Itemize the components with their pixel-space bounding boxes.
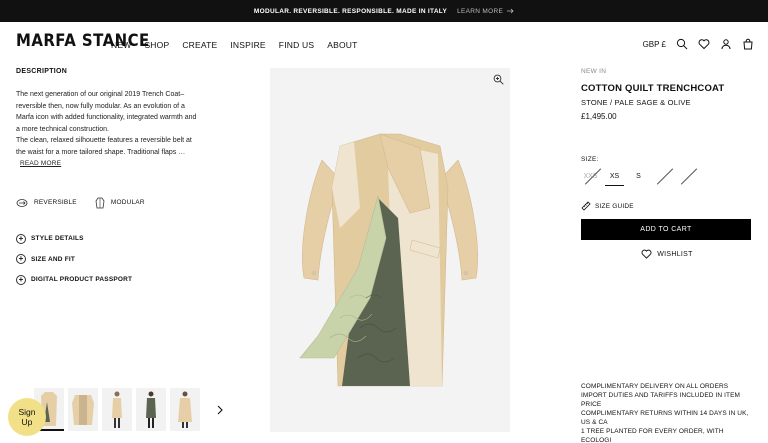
coat-thumbnail-icon bbox=[72, 394, 94, 425]
read-more-link[interactable]: READ MORE bbox=[20, 160, 61, 167]
add-to-cart-button[interactable]: ADD TO CART bbox=[581, 219, 751, 240]
info-returns: COMPLIMENTARY RETURNS WITHIN 14 DAYS IN … bbox=[581, 410, 749, 426]
site-header: MARFA STANCE NEW SHOP CREATE INSPIRE FIN… bbox=[0, 22, 768, 68]
wishlist-button[interactable]: WISHLIST bbox=[581, 249, 753, 259]
description-panel: DESCRIPTION The next generation of our o… bbox=[16, 68, 201, 290]
wishlist-label: WISHLIST bbox=[657, 250, 693, 258]
description-title: DESCRIPTION bbox=[16, 68, 68, 75]
heart-icon bbox=[641, 249, 652, 259]
nav-item-inspire[interactable]: INSPIRE bbox=[230, 40, 265, 50]
coat-illustration bbox=[299, 133, 478, 387]
accordion-list: + STYLE DETAILS + SIZE AND FIT + DIGITAL… bbox=[16, 229, 201, 291]
announcement-text: MODULAR. REVERSIBLE. RESPONSIBLE. MADE I… bbox=[253, 7, 448, 15]
accordion-label: DIGITAL PRODUCT PASSPORT bbox=[31, 276, 133, 284]
reversible-icon bbox=[16, 198, 28, 207]
thumbnail-5[interactable] bbox=[170, 388, 200, 431]
size-option-m[interactable]: M bbox=[653, 167, 672, 186]
accordion-style-details[interactable]: + STYLE DETAILS bbox=[16, 229, 201, 250]
feature-list: REVERSIBLE MODULAR bbox=[16, 197, 201, 209]
announcement-bar: MODULAR. REVERSIBLE. RESPONSIBLE. MADE I… bbox=[0, 0, 768, 22]
size-option-l[interactable]: L bbox=[677, 167, 696, 186]
size-option-xxs[interactable]: XXS bbox=[581, 167, 600, 186]
size-option-s[interactable]: S bbox=[629, 167, 648, 186]
feature-reversible: REVERSIBLE bbox=[16, 198, 77, 208]
info-duties: IMPORT DUTIES AND TARIFFS INCLUDED IN IT… bbox=[581, 392, 741, 408]
accordion-size-and-fit[interactable]: + SIZE AND FIT bbox=[16, 249, 201, 270]
info-tree: 1 TREE PLANTED FOR EVERY ORDER, WITH ECO… bbox=[581, 428, 724, 443]
size-guide-label: SIZE GUIDE bbox=[595, 202, 634, 210]
nav-item-find-us[interactable]: FIND US bbox=[279, 40, 314, 50]
model-thumbnail-icon bbox=[112, 391, 122, 428]
signup-line-1: Sign bbox=[18, 407, 36, 417]
size-option-label: XS bbox=[609, 172, 620, 180]
product-info-panel: NEW IN COTTON QUILT TRENCHCOAT STONE / P… bbox=[581, 68, 753, 259]
modular-icon bbox=[95, 197, 105, 208]
nav-item-new[interactable]: NEW bbox=[111, 40, 131, 50]
learn-more-label: LEARN MORE bbox=[457, 7, 504, 15]
description-text-2-wrap: The clean, relaxed silhouette features a… bbox=[16, 135, 201, 170]
model-thumbnail-icon bbox=[146, 391, 156, 428]
ruler-icon bbox=[581, 201, 591, 211]
search-icon[interactable] bbox=[676, 38, 688, 50]
currency-selector[interactable]: GBP £ bbox=[643, 40, 666, 49]
product-image[interactable] bbox=[270, 68, 510, 432]
signup-label: Sign Up bbox=[18, 407, 35, 427]
size-guide-link[interactable]: SIZE GUIDE bbox=[581, 201, 753, 211]
size-option-label: XXS bbox=[583, 173, 598, 180]
signup-line-2: Up bbox=[21, 417, 33, 427]
accordion-digital-product-passport[interactable]: + DIGITAL PRODUCT PASSPORT bbox=[16, 270, 201, 291]
feature-modular-label: MODULAR bbox=[110, 199, 145, 206]
thumbnail-strip bbox=[34, 388, 226, 431]
account-icon[interactable] bbox=[720, 38, 732, 50]
main-nav: NEW SHOP CREATE INSPIRE FIND US ABOUT bbox=[111, 40, 357, 50]
product-title: COTTON QUILT TRENCHCOAT bbox=[581, 83, 725, 94]
feature-modular: MODULAR bbox=[95, 197, 145, 209]
size-option-label: S bbox=[636, 173, 641, 180]
size-option-xs[interactable]: XS bbox=[605, 167, 624, 186]
heart-icon[interactable] bbox=[698, 38, 710, 50]
description-text-2: The clean, relaxed silhouette features a… bbox=[16, 137, 192, 156]
info-delivery: COMPLIMENTARY DELIVERY ON ALL ORDERS bbox=[581, 383, 729, 390]
plus-icon: + bbox=[16, 233, 26, 244]
thumbnail-3[interactable] bbox=[102, 388, 132, 431]
thumbnail-4[interactable] bbox=[136, 388, 166, 431]
plus-icon: + bbox=[16, 254, 26, 265]
model-thumbnail-icon bbox=[178, 391, 192, 428]
product-color: STONE / PALE SAGE & OLIVE bbox=[581, 98, 691, 107]
nav-item-about[interactable]: ABOUT bbox=[327, 40, 357, 50]
plus-icon: + bbox=[16, 274, 26, 285]
product-price: £1,495.00 bbox=[581, 112, 617, 121]
size-selector: XXS XS S M L bbox=[581, 167, 753, 186]
service-info: COMPLIMENTARY DELIVERY ON ALL ORDERS IMP… bbox=[581, 382, 753, 443]
cart-icon[interactable] bbox=[742, 38, 754, 50]
chevron-right-icon[interactable] bbox=[214, 404, 226, 416]
thumbnail-2[interactable] bbox=[68, 388, 98, 431]
nav-item-create[interactable]: CREATE bbox=[182, 40, 217, 50]
header-actions: GBP £ bbox=[643, 38, 754, 50]
zoom-icon[interactable] bbox=[493, 74, 504, 85]
feature-reversible-label: REVERSIBLE bbox=[34, 199, 77, 206]
accordion-label: STYLE DETAILS bbox=[31, 235, 84, 243]
size-label: SIZE: bbox=[581, 156, 599, 163]
signup-button[interactable]: Sign Up bbox=[8, 398, 46, 436]
accordion-label: SIZE AND FIT bbox=[31, 255, 76, 263]
nav-item-shop[interactable]: SHOP bbox=[144, 40, 169, 50]
description-text-1: The next generation of our original 2019… bbox=[16, 91, 197, 133]
new-in-badge: NEW IN bbox=[581, 68, 607, 75]
learn-more-link[interactable]: LEARN MORE bbox=[457, 8, 514, 15]
arrow-right-icon bbox=[507, 8, 514, 14]
